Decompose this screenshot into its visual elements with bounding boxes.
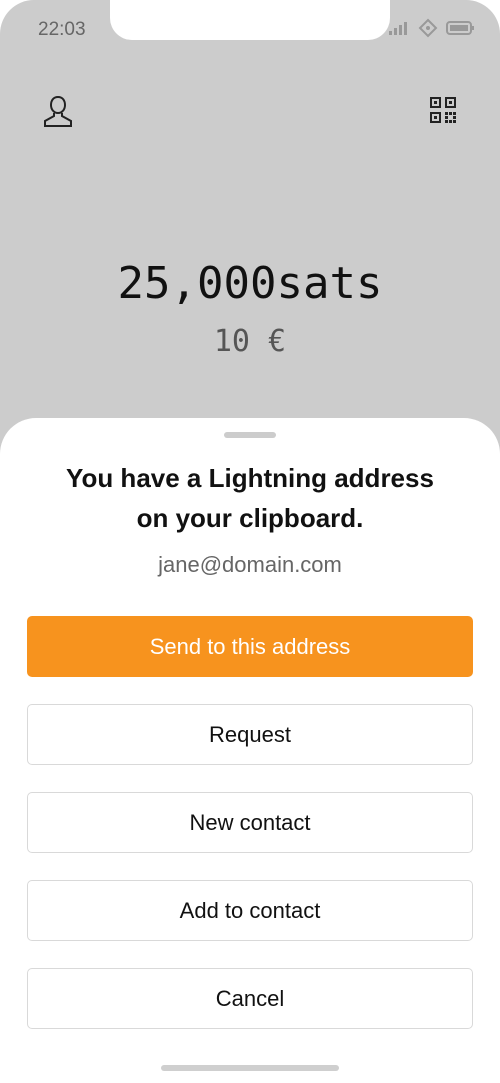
phone-screen: 22:03 25,000sats 10 € You have a Lightni…: [0, 0, 500, 1083]
status-time: 22:03: [38, 19, 86, 40]
cancel-button[interactable]: Cancel: [27, 968, 473, 1029]
clipboard-address: jane@domain.com: [158, 552, 342, 577]
add-to-contact-button[interactable]: Add to contact: [27, 880, 473, 941]
balance-sats: 25,000sats: [117, 258, 383, 309]
sheet-title-line2: on your clipboard.: [136, 503, 364, 533]
sheet-title: You have a Lightning address on your cli…: [20, 458, 480, 538]
balance-fiat: 10 €: [213, 324, 287, 359]
battery-icon: [446, 21, 474, 35]
home-indicator: [161, 1065, 339, 1071]
bottom-sheet: You have a Lightning address on your cli…: [0, 418, 500, 1083]
send-to-address-button[interactable]: Send to this address: [27, 616, 473, 677]
device-notch: [110, 0, 390, 40]
sheet-title-line1: You have a Lightning address: [66, 463, 434, 493]
user-icon[interactable]: [42, 94, 74, 128]
sheet-drag-handle[interactable]: [224, 432, 276, 438]
new-contact-button[interactable]: New contact: [27, 792, 473, 853]
request-button[interactable]: Request: [27, 704, 473, 765]
qr-code-icon[interactable]: [430, 97, 456, 123]
network-icon: [418, 18, 438, 38]
signal-icon: [389, 22, 407, 35]
status-icons: [388, 18, 476, 38]
